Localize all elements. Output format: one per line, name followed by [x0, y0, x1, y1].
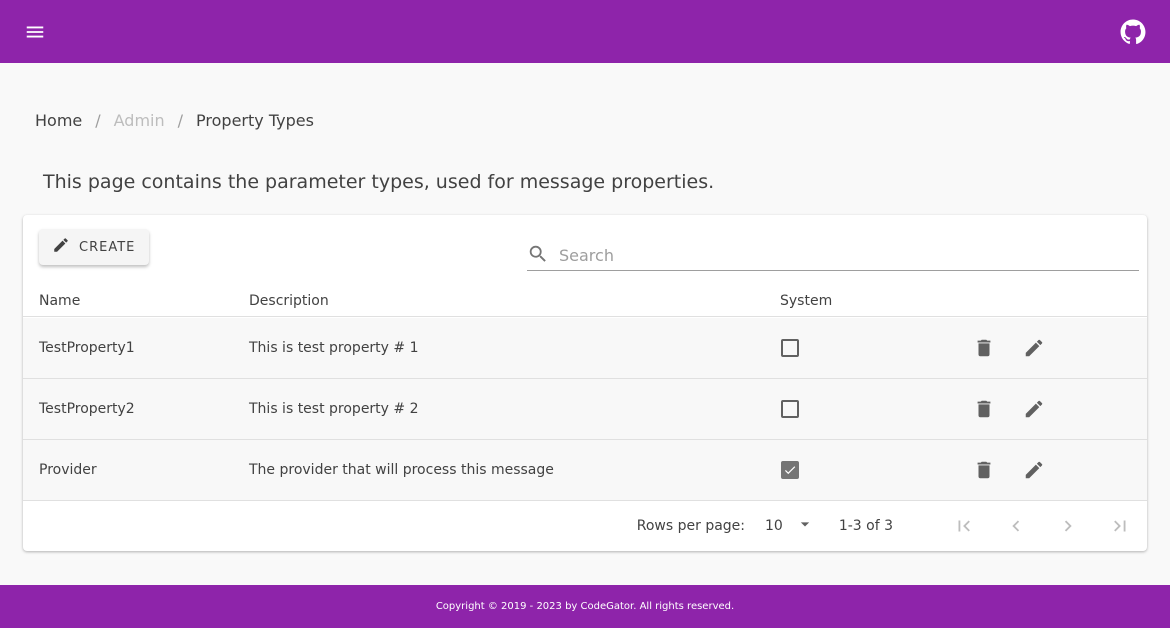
github-icon[interactable] [1120, 19, 1146, 45]
breadcrumb-separator: / [177, 111, 184, 130]
column-header-description[interactable]: Description [249, 285, 329, 316]
row-description: The provider that will process this mess… [249, 462, 554, 478]
app-bar [0, 0, 1170, 63]
create-button[interactable]: CREATE [39, 229, 149, 265]
edit-icon[interactable] [1023, 337, 1045, 359]
rows-per-page-select[interactable]: 10 [765, 514, 815, 538]
edit-icon[interactable] [1023, 459, 1045, 481]
create-button-label: CREATE [79, 239, 136, 255]
chevron-down-icon [795, 514, 815, 538]
rows-per-page-label: Rows per page: [636, 518, 745, 534]
system-checkbox[interactable] [781, 461, 799, 479]
previous-page-icon[interactable] [1005, 515, 1027, 537]
pagination-range: 1-3 of 3 [838, 518, 893, 534]
table-row[interactable]: TestProperty1 This is test property # 1 [23, 318, 1147, 379]
search-input[interactable] [559, 246, 1119, 265]
property-types-table-card: CREATE Name Description System TestPrope… [23, 215, 1147, 551]
search-icon [527, 243, 549, 269]
delete-icon[interactable] [973, 398, 995, 420]
breadcrumb-home[interactable]: Home [35, 111, 82, 130]
table-row[interactable]: TestProperty2 This is test property # 2 [23, 379, 1147, 440]
search-field [527, 241, 1139, 271]
row-system-cell [781, 318, 799, 378]
table-row[interactable]: Provider The provider that will process … [23, 440, 1147, 501]
column-header-system[interactable]: System [780, 285, 832, 316]
edit-icon[interactable] [1023, 398, 1045, 420]
table-header: Name Description System [23, 285, 1147, 317]
last-page-icon[interactable] [1109, 515, 1131, 537]
table-pagination: Rows per page: 10 1-3 of 3 [23, 501, 1147, 551]
pencil-icon [52, 236, 70, 258]
row-name: TestProperty1 [39, 340, 135, 356]
row-actions [973, 379, 1073, 439]
first-page-icon[interactable] [953, 515, 975, 537]
column-header-name[interactable]: Name [39, 285, 80, 316]
delete-icon[interactable] [973, 459, 995, 481]
delete-icon[interactable] [973, 337, 995, 359]
row-description: This is test property # 2 [249, 401, 419, 417]
row-actions [973, 440, 1073, 500]
row-system-cell [781, 379, 799, 439]
row-name: Provider [39, 462, 97, 478]
breadcrumb-admin: Admin [113, 111, 165, 130]
copyright-text: Copyright © 2019 - 2023 by CodeGator. Al… [435, 601, 735, 612]
main-content: Home / Admin / Property Types This page … [0, 63, 1170, 585]
row-name: TestProperty2 [39, 401, 135, 417]
page-description: This page contains the parameter types, … [43, 171, 715, 193]
next-page-icon[interactable] [1057, 515, 1079, 537]
menu-icon[interactable] [24, 21, 46, 43]
page-footer: Copyright © 2019 - 2023 by CodeGator. Al… [0, 585, 1170, 628]
system-checkbox[interactable] [781, 339, 799, 357]
row-description: This is test property # 1 [249, 340, 419, 356]
rows-per-page-value: 10 [765, 518, 783, 534]
row-actions [973, 318, 1073, 378]
system-checkbox[interactable] [781, 400, 799, 418]
breadcrumb: Home / Admin / Property Types [35, 111, 314, 130]
breadcrumb-separator: / [95, 111, 101, 130]
row-system-cell [781, 440, 799, 500]
breadcrumb-property-types: Property Types [196, 111, 314, 130]
